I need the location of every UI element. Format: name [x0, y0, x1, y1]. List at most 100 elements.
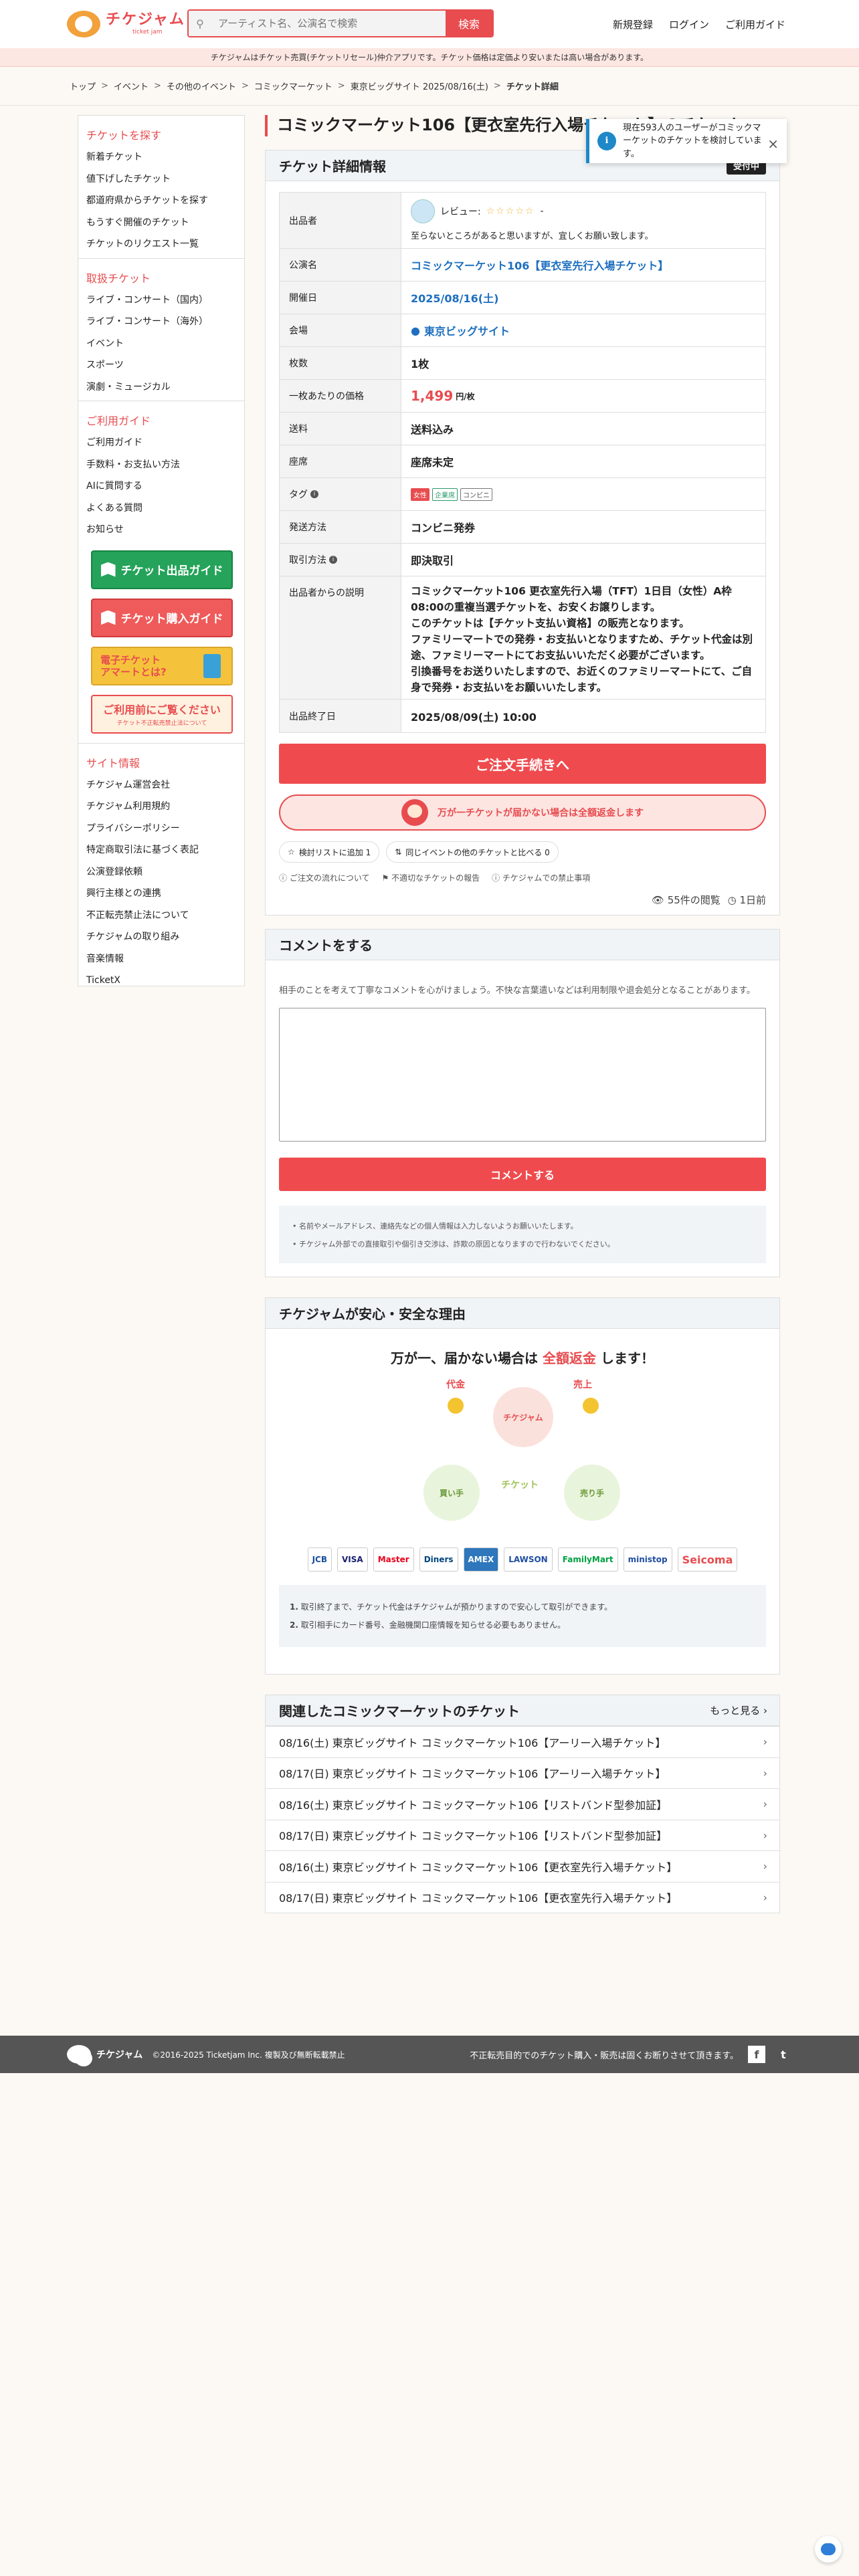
order-flow-link[interactable]: ⓘ ご注文の流れについて	[279, 872, 369, 883]
shipping-label: 送料	[280, 413, 401, 445]
refund-guarantee-banner[interactable]: 万が一チケットが届かない場合は全額返金します	[279, 794, 766, 831]
safety-point-text: 取引相手にカード番号、金融機関口座情報を知らせる必要もありません。	[300, 1620, 566, 1630]
delivery-value: コンビニ発券	[411, 522, 476, 534]
search-button[interactable]: 検索	[446, 11, 492, 36]
safety-headline-pre: 万が一、届かない場合は	[391, 1350, 539, 1367]
site-logo[interactable]: チケジャム ticket jam	[67, 11, 185, 37]
guide-link[interactable]: ご利用ガイド	[725, 17, 785, 31]
event-date-link[interactable]: 2025/08/16(土)	[401, 282, 765, 314]
seicomart-logo: Seicoma	[677, 1547, 738, 1572]
sidebar-item-company[interactable]: チケジャム運営会社	[86, 774, 237, 796]
detail-row: 枚数 1枚	[280, 347, 765, 380]
footer-logo[interactable]: チケジャム	[67, 2045, 142, 2066]
venue-link[interactable]: ● 東京ビッグサイト	[401, 314, 765, 346]
related-item[interactable]: 08/16(土) 東京ビッグサイト コミックマーケット106【リストバンド型参加…	[266, 1788, 779, 1820]
sidebar-item-terms[interactable]: チケジャム利用規約	[86, 796, 237, 818]
sidebar-item-prefecture[interactable]: 都道府県からチケットを探す	[86, 190, 237, 212]
ticket-detail-card: チケット詳細情報 受付中 出品者 レビュー: ☆☆☆☆☆ - 至らないところがあ…	[265, 150, 780, 916]
login-link[interactable]: ログイン	[669, 17, 709, 31]
e-ticket-banner[interactable]: 電子チケット アマートとは?	[91, 646, 233, 685]
seller-avatar[interactable]	[411, 199, 435, 223]
twitter-icon[interactable]: t	[775, 2046, 792, 2063]
sidebar: チケットを探す 新着チケット 値下げしたチケット 都道府県からチケットを探す も…	[78, 115, 245, 986]
search-bar: ⚲ 検索	[187, 9, 494, 37]
sidebar-item-live-domestic[interactable]: ライブ・コンサート（国内）	[86, 290, 237, 312]
review-stars: ☆☆☆☆☆	[486, 206, 535, 217]
see-more-link[interactable]: もっと見る ›	[710, 1703, 767, 1717]
search-input[interactable]	[211, 11, 446, 36]
info-icon[interactable]: i	[310, 490, 318, 498]
site-header: チケジャム ticket jam ⚲ 検索 新規登録 ログイン ご利用ガイド	[0, 0, 859, 48]
comment-card: コメントをする 相手のことを考えて丁寧なコメントを心がけましょう。不快な言葉遣い…	[265, 929, 780, 1278]
sidebar-item-event-request[interactable]: 公演登録依頼	[86, 861, 237, 883]
sidebar-item-ai[interactable]: AIに質問する	[86, 475, 237, 498]
sidebar-item-resale-law[interactable]: 不正転売禁止法について	[86, 905, 237, 927]
prohibited-link[interactable]: ⓘ チケジャムでの禁止事項	[492, 872, 590, 883]
sidebar-item-sports[interactable]: スポーツ	[86, 354, 237, 377]
sidebar-item-guide[interactable]: ご利用ガイド	[86, 432, 237, 454]
add-to-watchlist-button[interactable]: ☆ 検討リストに追加 1	[279, 841, 380, 863]
related-item[interactable]: 08/16(土) 東京ビッグサイト コミックマーケット106【更衣室先行入場チケ…	[266, 1850, 779, 1882]
facebook-icon[interactable]: f	[748, 2046, 765, 2063]
chevron-right-icon: ›	[763, 1828, 767, 1842]
sidebar-item-upcoming[interactable]: もうすぐ開催のチケット	[86, 212, 237, 234]
report-link[interactable]: ⚑ 不適切なチケットの報告	[381, 872, 480, 883]
comment-textarea[interactable]	[279, 1008, 766, 1142]
tag-corporate: 企業席	[432, 488, 458, 501]
seat-label: 座席	[280, 445, 401, 477]
sidebar-item-promoter[interactable]: 興行主様との連携	[86, 883, 237, 905]
main-content: コミックマーケット106【更衣室先行入場チケット】のチケット i 現在593人の…	[265, 115, 787, 1914]
compare-tickets-button[interactable]: ⇅ 同じイベントの他のチケットと比べる 0	[386, 841, 559, 863]
related-item[interactable]: 08/16(土) 東京ビッグサイト コミックマーケット106【アーリー入場チケッ…	[266, 1726, 779, 1757]
sidebar-item-event[interactable]: イベント	[86, 333, 237, 355]
safety-point: 2. 取引相手にカード番号、金融機関口座情報を知らせる必要もありません。	[290, 1620, 566, 1630]
breadcrumb-event[interactable]: イベント	[114, 80, 149, 92]
sidebar-item-tokushoho[interactable]: 特定商取引法に基づく表記	[86, 839, 237, 861]
copyright: ©2016-2025 Ticketjam Inc. 複製及び無断転載禁止	[152, 2050, 345, 2060]
sidebar-item-faq[interactable]: よくある質問	[86, 498, 237, 520]
detail-row: 会場 ● 東京ビッグサイト	[280, 314, 765, 347]
related-item[interactable]: 08/17(日) 東京ビッグサイト コミックマーケット106【アーリー入場チケッ…	[266, 1757, 779, 1789]
flag-icon: ⚑	[381, 873, 392, 883]
detail-row: 出品者からの説明 コミックマーケット106 更衣室先行入場（TFT）1日目（女性…	[280, 576, 765, 700]
sidebar-item-theater[interactable]: 演劇・ミュージカル	[86, 377, 237, 399]
buy-guide-banner[interactable]: チケット購入ガイド	[91, 598, 233, 637]
detail-row: 一枚あたりの価格 1,499 円/枚	[280, 380, 765, 413]
chat-bubble-icon	[821, 2543, 836, 2555]
info-icon[interactable]: i	[329, 556, 337, 564]
safety-point-text: 取引終了まで、チケット代金はチケジャムが預かりますので安心して取引ができます。	[300, 1602, 613, 1612]
related-item[interactable]: 08/17(日) 東京ビッグサイト コミックマーケット106【更衣室先行入場チケ…	[266, 1881, 779, 1913]
sidebar-item-initiatives[interactable]: チケジャムの取り組み	[86, 926, 237, 948]
sidebar-item-ticketx[interactable]: TicketX	[86, 970, 237, 992]
toast-text: 現在593人のユーザーがコミックマーケットのチケットを検討しています。	[623, 122, 762, 159]
sidebar-item-fees[interactable]: 手数料・お支払い方法	[86, 454, 237, 476]
sidebar-item-requests[interactable]: チケットのリクエスト一覧	[86, 233, 237, 255]
sidebar-item-new[interactable]: 新着チケット	[86, 146, 237, 169]
sidebar-item-privacy[interactable]: プライバシーポリシー	[86, 818, 237, 840]
related-item-label: 08/16(土) 東京ビッグサイト コミックマーケット106【更衣室先行入場チケ…	[279, 1860, 678, 1874]
sell-guide-banner[interactable]: チケット出品ガイド	[91, 550, 233, 589]
event-name-link[interactable]: コミックマーケット106【更衣室先行入場チケット】	[401, 249, 765, 281]
tag-convenience: コンビニ	[460, 488, 492, 501]
sidebar-item-news[interactable]: お知らせ	[86, 519, 237, 541]
before-use-banner[interactable]: ご利用前にご覧ください チケット不正転売禁止法について	[91, 694, 233, 734]
breadcrumb-venue-date[interactable]: 東京ビッグサイト 2025/08/16(土)	[351, 80, 488, 92]
before-use-label: ご利用前にご覧ください	[103, 704, 221, 716]
close-icon[interactable]: ×	[767, 134, 779, 154]
amex-logo: AMEX	[463, 1547, 499, 1572]
sidebar-item-live-overseas[interactable]: ライブ・コンサート（海外）	[86, 311, 237, 333]
breadcrumb-other-event[interactable]: その他のイベント	[167, 80, 236, 92]
signup-link[interactable]: 新規登録	[613, 17, 653, 31]
sidebar-item-price-down[interactable]: 値下げしたチケット	[86, 169, 237, 191]
sidebar-item-music-info[interactable]: 音楽情報	[86, 948, 237, 970]
breadcrumb-comiket[interactable]: コミックマーケット	[254, 80, 332, 92]
order-button[interactable]: ご注文手続きへ	[279, 744, 766, 784]
header-nav: 新規登録 ログイン ご利用ガイド	[613, 0, 785, 48]
related-item[interactable]: 08/17(日) 東京ビッグサイト コミックマーケット106【リストバンド型参加…	[266, 1819, 779, 1851]
chat-button[interactable]	[815, 2536, 842, 2563]
shipping-value: 送料込み	[411, 423, 454, 436]
comment-submit-button[interactable]: コメントする	[279, 1158, 766, 1192]
escrow-diagram: チケジャム 代金 売上 買い手 売り手 チケット	[266, 1374, 779, 1534]
breadcrumb-top[interactable]: トップ	[70, 80, 96, 92]
seller-node: 売り手	[564, 1465, 620, 1521]
